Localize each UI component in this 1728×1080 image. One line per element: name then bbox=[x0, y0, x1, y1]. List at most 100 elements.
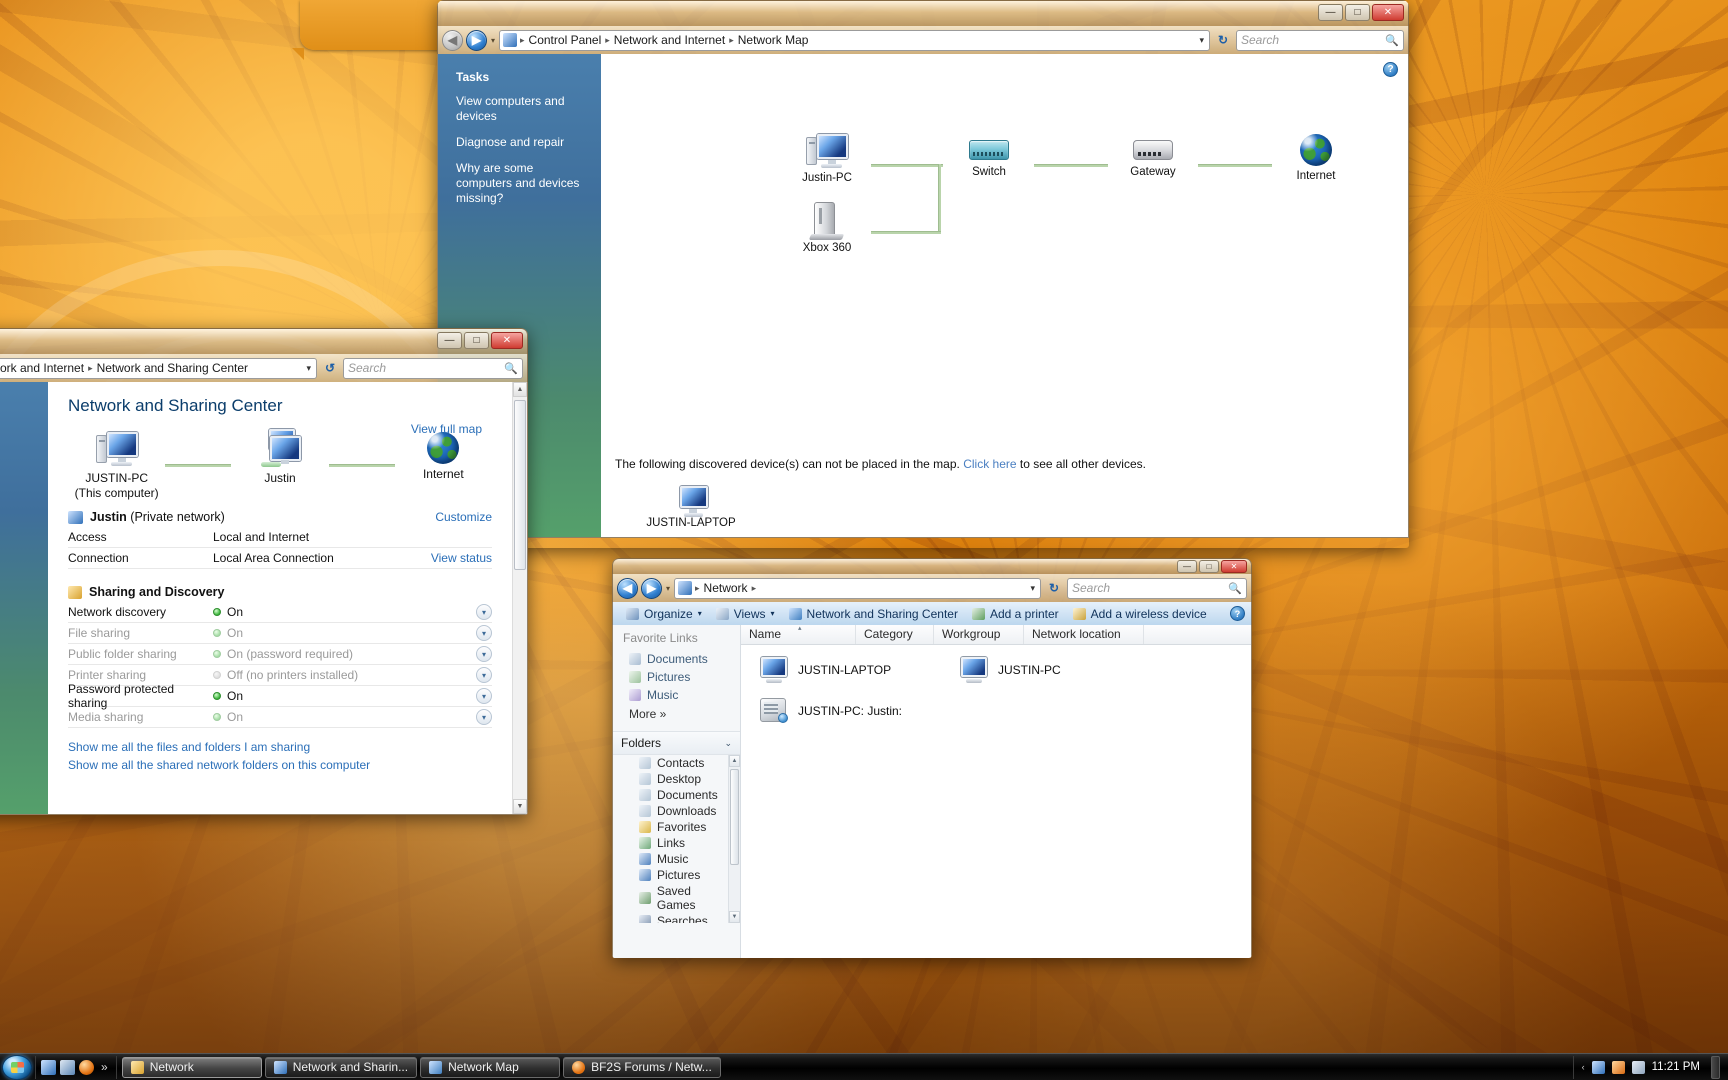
column-header-name[interactable]: ▴ Name bbox=[741, 625, 856, 644]
sharing-center-navbar[interactable]: ork and Internet ▸ Network and Sharing C… bbox=[0, 354, 528, 382]
favorite-link-pictures[interactable]: Pictures bbox=[613, 668, 740, 686]
search-input[interactable]: Search 🔍 bbox=[1067, 577, 1247, 599]
network-map-navbar[interactable]: ◀ ▶ ▾ ▸ Control Panel ▸ Network and Inte… bbox=[437, 26, 1409, 54]
breadcrumb-item-3[interactable]: Network Map bbox=[738, 33, 809, 47]
task-link-network[interactable]: r network bbox=[0, 463, 38, 478]
tree-item-desktop[interactable]: Desktop bbox=[613, 771, 740, 787]
refresh-icon[interactable]: ↻ bbox=[1213, 30, 1233, 51]
address-dropdown-icon[interactable]: ▾ bbox=[1030, 583, 1037, 594]
chevron-down-icon[interactable]: ▾ bbox=[476, 625, 492, 641]
chevron-down-icon[interactable]: ▾ bbox=[476, 667, 492, 683]
toolbar-add-printer-button[interactable]: Add a printer bbox=[965, 603, 1066, 624]
map-node-xbox-360[interactable]: Xbox 360 bbox=[784, 202, 870, 254]
window-controls[interactable]: — □ ✕ bbox=[1177, 560, 1247, 573]
chevron-down-icon[interactable]: ⌄ bbox=[724, 738, 732, 749]
favorite-links-more-button[interactable]: More » bbox=[613, 704, 740, 727]
chevron-down-icon[interactable]: ▾ bbox=[476, 604, 492, 620]
tree-item-music[interactable]: Music bbox=[613, 851, 740, 867]
maximize-button[interactable]: □ bbox=[464, 332, 489, 349]
column-header-network-location[interactable]: Network location bbox=[1024, 625, 1144, 644]
tree-item-contacts[interactable]: Contacts bbox=[613, 755, 740, 771]
sharing-row-network-discovery[interactable]: Network discovery On ▾ bbox=[68, 602, 492, 623]
taskbar-item-network-sharing[interactable]: Network and Sharin... bbox=[264, 1056, 418, 1078]
breadcrumb-item-2[interactable]: Network and Sharing Center bbox=[97, 361, 248, 375]
address-bar[interactable]: ▸ Control Panel ▸ Network and Internet ▸… bbox=[499, 29, 1210, 51]
window-controls[interactable]: — □ ✕ bbox=[1318, 4, 1404, 21]
start-button[interactable] bbox=[2, 1054, 32, 1080]
breadcrumb-item-1[interactable]: ork and Internet bbox=[0, 361, 84, 375]
favorite-link-music[interactable]: Music bbox=[613, 686, 740, 704]
show-shared-files-link[interactable]: Show me all the files and folders I am s… bbox=[68, 740, 492, 754]
window-controls[interactable]: — □ ✕ bbox=[437, 332, 523, 349]
map-node-justin-pc[interactable]: Justin-PC bbox=[784, 134, 870, 184]
address-bar[interactable]: ork and Internet ▸ Network and Sharing C… bbox=[0, 357, 317, 379]
taskbar-item-network-map[interactable]: Network Map bbox=[420, 1056, 561, 1078]
tree-item-saved-games[interactable]: Saved Games bbox=[613, 883, 740, 913]
minimize-button[interactable]: — bbox=[437, 332, 462, 349]
tree-item-pictures[interactable]: Pictures bbox=[613, 867, 740, 883]
folder-tree[interactable]: Contacts Desktop Documents Downloads Fav… bbox=[613, 755, 740, 923]
address-bar[interactable]: ▸ Network ▸ ▾ bbox=[674, 577, 1041, 599]
address-dropdown-icon[interactable]: ▾ bbox=[306, 363, 313, 374]
breadcrumb[interactable]: ▸ Network ▸ bbox=[695, 581, 756, 595]
help-icon[interactable]: ? bbox=[1383, 62, 1398, 77]
file-list-pane[interactable]: ▴ Name Category Workgroup Network locati… bbox=[741, 625, 1251, 958]
favorite-link-documents[interactable]: Documents bbox=[613, 650, 740, 668]
tree-scrollbar[interactable]: ▲ ▼ bbox=[728, 755, 740, 923]
network-explorer-titlebar[interactable]: — □ ✕ bbox=[612, 558, 1252, 574]
sharing-row-password-protected[interactable]: Password protected sharing On ▾ bbox=[68, 682, 492, 710]
task-link-missing-devices[interactable]: Why are some computers and devices missi… bbox=[456, 161, 587, 206]
scroll-up-button[interactable]: ▲ bbox=[729, 755, 740, 767]
map-node-gateway[interactable]: Gateway bbox=[1110, 134, 1196, 178]
network-icon[interactable] bbox=[1591, 1060, 1605, 1074]
tray-overflow-icon[interactable]: ‹ bbox=[1582, 1062, 1585, 1072]
minimize-button[interactable]: — bbox=[1177, 560, 1197, 573]
toolbar-network-sharing-center-button[interactable]: Network and Sharing Center bbox=[782, 603, 965, 624]
map-canvas[interactable]: ? Justin-PC Xbox 360 Switch Gateway Inte… bbox=[601, 54, 1408, 537]
explorer-toolbar[interactable]: Organize ▾ Views ▾ Network and Sharing C… bbox=[612, 602, 1252, 625]
view-status-link[interactable]: View status bbox=[431, 551, 492, 565]
show-desktop-button[interactable] bbox=[1711, 1055, 1720, 1079]
mini-node-justin[interactable]: Justin bbox=[231, 429, 328, 486]
close-button[interactable]: ✕ bbox=[1372, 4, 1404, 21]
mini-node-internet[interactable]: Internet bbox=[395, 432, 492, 482]
scrollbar-thumb[interactable] bbox=[514, 400, 526, 570]
chevron-down-icon[interactable]: ▾ bbox=[476, 688, 492, 704]
network-explorer-window[interactable]: — □ ✕ ◀ ▶ ▾ ▸ Network ▸ ▾ ↻ Search 🔍 Org… bbox=[612, 558, 1252, 958]
search-input[interactable]: Search 🔍 bbox=[343, 357, 523, 379]
chevron-down-icon[interactable]: ▾ bbox=[476, 646, 492, 662]
chevron-down-icon[interactable]: ▾ bbox=[476, 709, 492, 725]
chevron-down-icon[interactable]: ▾ bbox=[771, 609, 775, 618]
breadcrumb-item-1[interactable]: Control Panel bbox=[529, 33, 602, 47]
map-node-switch[interactable]: Switch bbox=[946, 134, 1032, 178]
network-map-window[interactable]: — □ ✕ ◀ ▶ ▾ ▸ Control Panel ▸ Network an… bbox=[437, 0, 1409, 548]
search-input[interactable]: Search 🔍 bbox=[1236, 29, 1404, 51]
network-map-titlebar[interactable]: — □ ✕ bbox=[437, 0, 1409, 26]
network-sharing-center-window[interactable]: — □ ✕ ork and Internet ▸ Network and Sha… bbox=[0, 328, 528, 815]
taskbar[interactable]: » Network Network and Sharin... Network … bbox=[0, 1053, 1728, 1080]
forward-button[interactable]: ▶ bbox=[466, 29, 487, 51]
help-icon[interactable]: ? bbox=[1230, 606, 1245, 621]
quick-launch-overflow[interactable]: » bbox=[98, 1060, 111, 1074]
task-link-devices[interactable]: devices bbox=[0, 410, 38, 425]
refresh-icon[interactable]: ↺ bbox=[320, 358, 340, 379]
chevron-down-icon[interactable]: ▾ bbox=[698, 609, 702, 618]
customize-link[interactable]: Customize bbox=[435, 510, 492, 524]
tree-item-searches[interactable]: Searches bbox=[613, 913, 740, 923]
firefox-icon[interactable] bbox=[79, 1059, 94, 1075]
breadcrumb-item-2[interactable]: Network and Internet bbox=[614, 33, 725, 47]
breadcrumb[interactable]: ork and Internet ▸ Network and Sharing C… bbox=[0, 361, 248, 375]
task-link-view-computers[interactable]: View computers and devices bbox=[456, 94, 587, 124]
column-header-category[interactable]: Category bbox=[856, 625, 934, 644]
show-shared-folders-link[interactable]: Show me all the shared network folders o… bbox=[68, 758, 492, 772]
task-link-diagnose[interactable]: Diagnose and repair bbox=[456, 135, 587, 150]
vertical-scrollbar[interactable]: ▲ ▼ bbox=[512, 382, 527, 814]
tree-item-links[interactable]: Links bbox=[613, 835, 740, 851]
sharing-center-titlebar[interactable]: — □ ✕ bbox=[0, 328, 528, 354]
scroll-up-button[interactable]: ▲ bbox=[513, 382, 527, 397]
maximize-button[interactable]: □ bbox=[1199, 560, 1219, 573]
network-explorer-navbar[interactable]: ◀ ▶ ▾ ▸ Network ▸ ▾ ↻ Search 🔍 bbox=[612, 574, 1252, 602]
sharing-row-file-sharing[interactable]: File sharing On ▾ bbox=[68, 623, 492, 644]
list-item[interactable]: JUSTIN-PC: Justin: bbox=[759, 697, 902, 724]
tree-item-favorites[interactable]: Favorites bbox=[613, 819, 740, 835]
